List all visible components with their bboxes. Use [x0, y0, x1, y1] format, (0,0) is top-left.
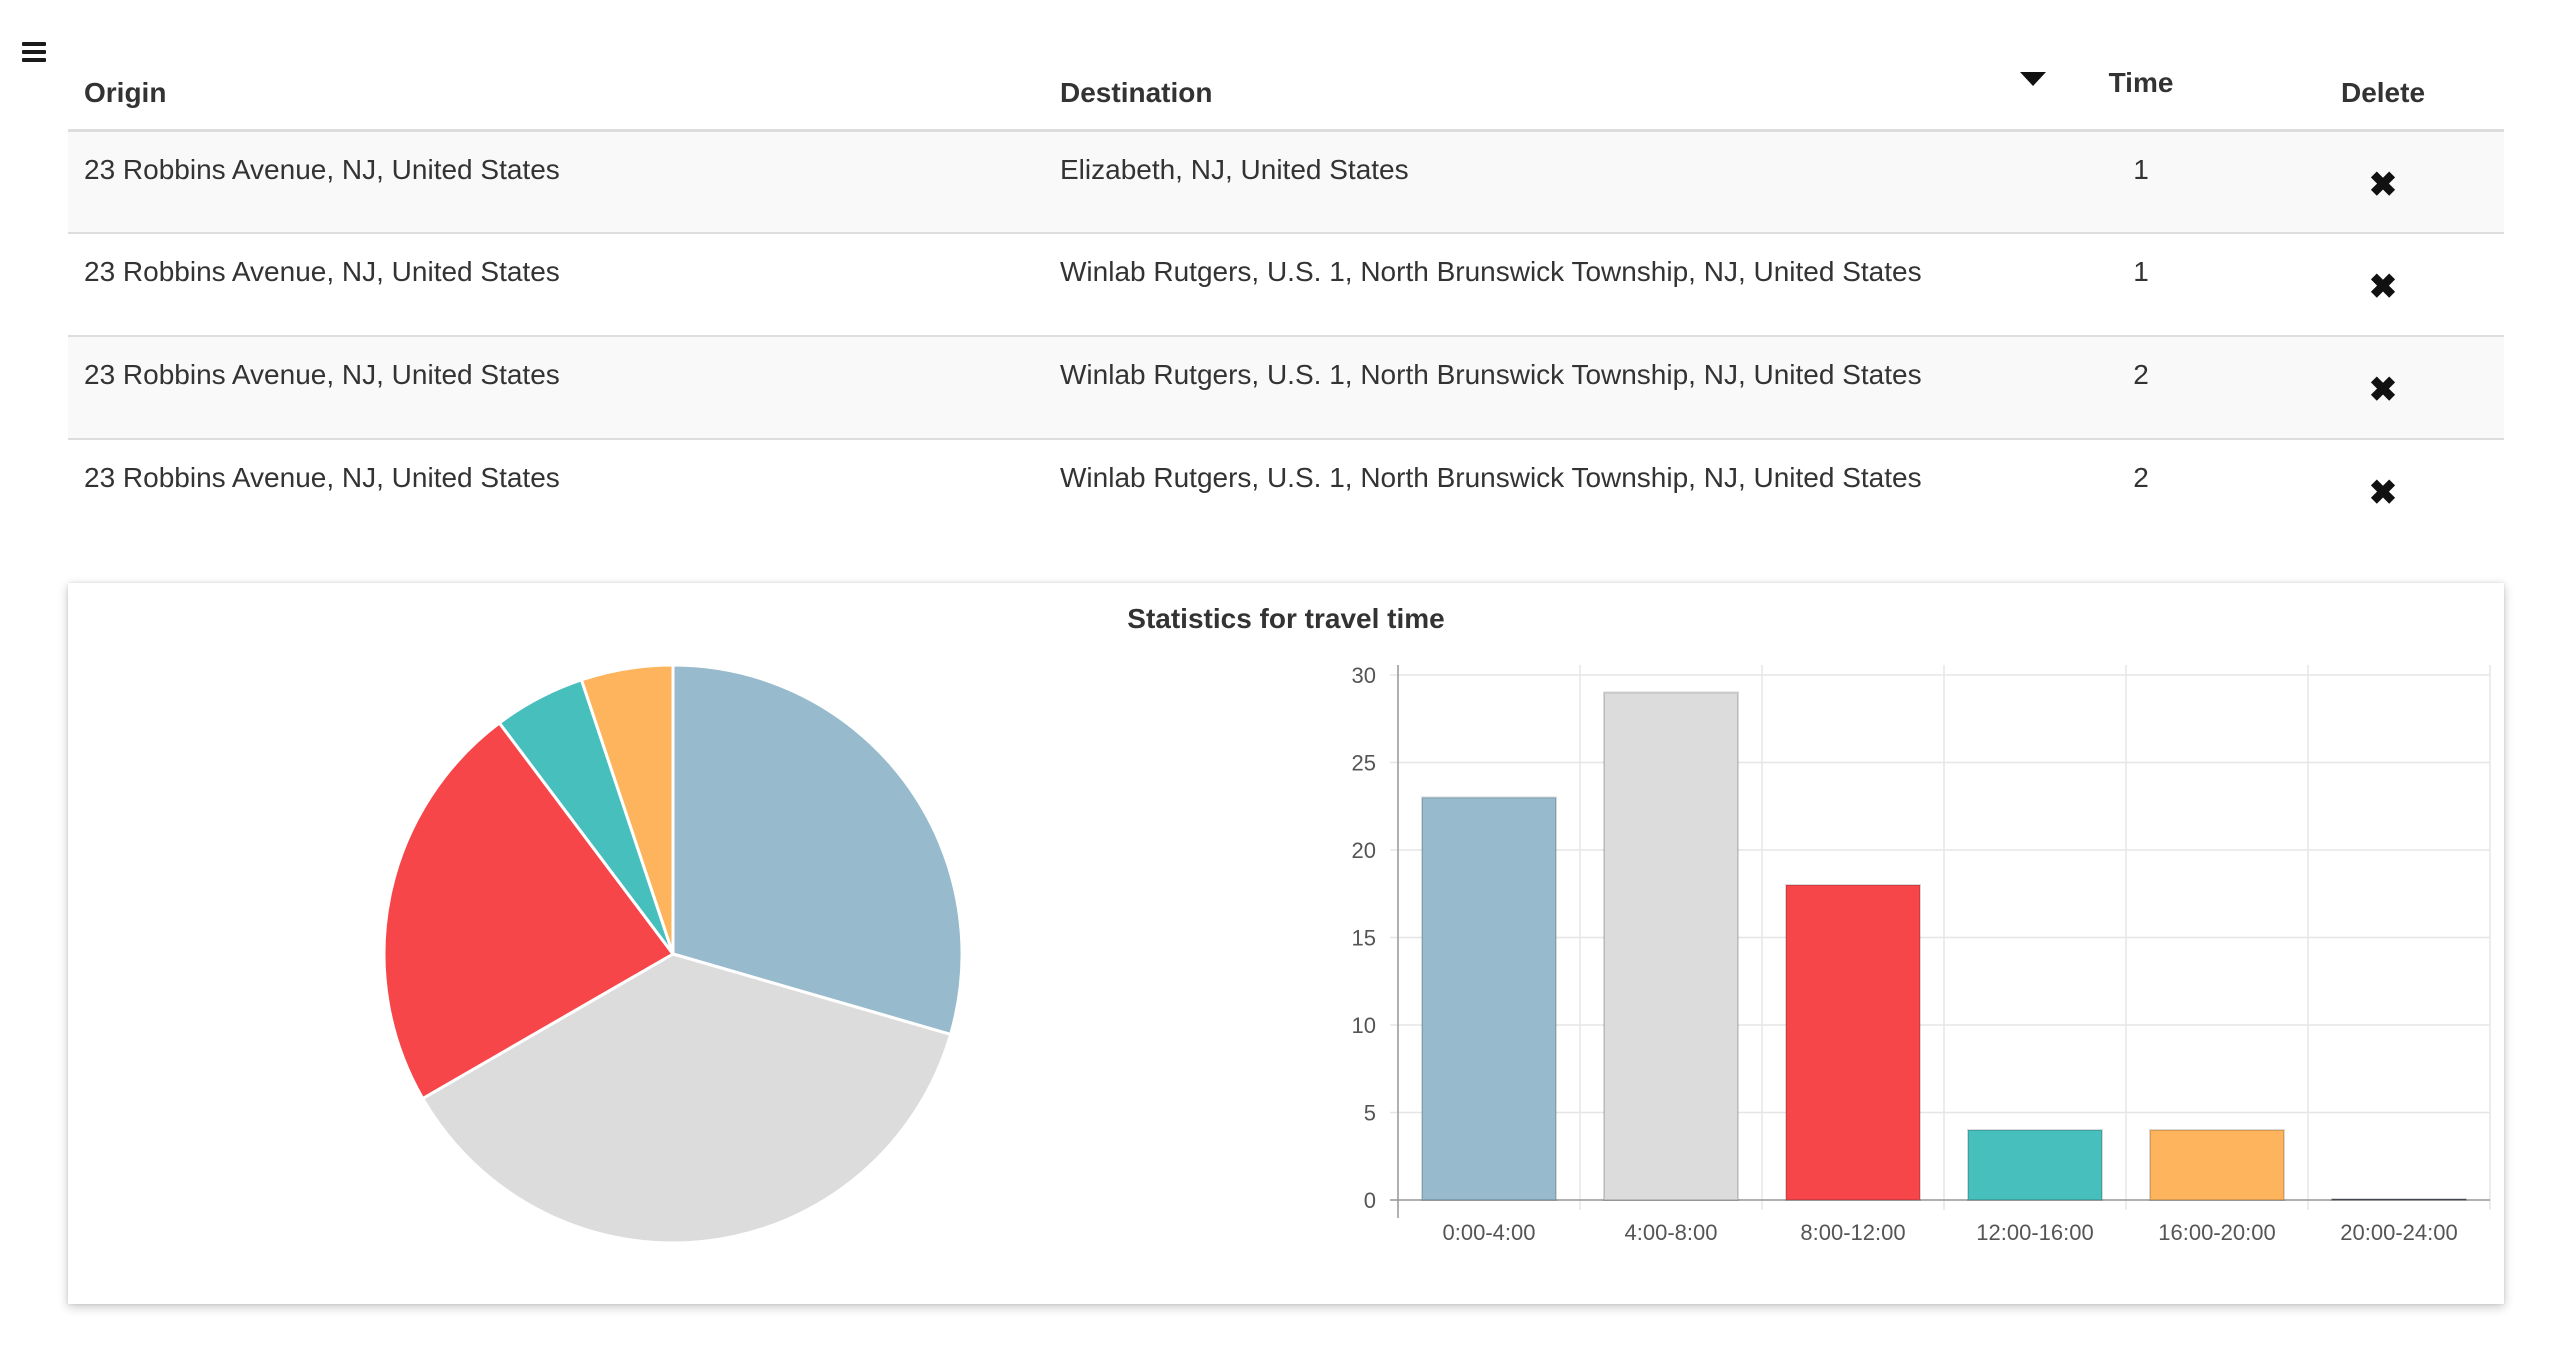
x-tick-label: 12:00-16:00 [1976, 1220, 2093, 1245]
y-tick-label: 0 [1364, 1188, 1376, 1213]
bar-8:00-12:00[interactable] [1785, 884, 1921, 1201]
x-tick-label: 8:00-12:00 [1800, 1220, 1905, 1245]
bar-chart: 0 5 10 15 20 25 30 0:00-4:00 4:00-8:00 8:00-12:00… [1352, 663, 2491, 1245]
bar-12:00-16:00[interactable] [1967, 1129, 2103, 1201]
origin-cell: 23 Robbins Avenue, NJ, United States [68, 438, 1044, 542]
delete-row-button[interactable]: ✖ [2369, 373, 2398, 407]
bar-0:00-4:00[interactable] [1421, 796, 1557, 1201]
destination-cell: Elizabeth, NJ, United States [1044, 130, 2020, 233]
y-tick-label: 25 [1352, 751, 1376, 776]
destination-cell: Winlab Rutgers, U.S. 1, North Brunswick … [1044, 438, 2020, 542]
bar-4:00-8:00[interactable] [1603, 691, 1739, 1201]
hamburger-menu-icon[interactable] [22, 42, 46, 64]
bar-16:00-20:00[interactable] [2149, 1129, 2285, 1201]
y-tick-label: 10 [1352, 1013, 1376, 1038]
table-row: 23 Robbins Avenue, NJ, United States Win… [68, 232, 2504, 336]
statistics-panel: Statistics for travel time 0 5 10 15 20 25 30 0… [68, 583, 2504, 1304]
table-header-row: Origin Destination Time Delete [68, 60, 2504, 132]
origin-cell: 23 Robbins Avenue, NJ, United States [68, 232, 1044, 336]
y-tick-label: 5 [1364, 1101, 1376, 1126]
origin-cell: 23 Robbins Avenue, NJ, United States [68, 130, 1044, 233]
table-row: 23 Robbins Avenue, NJ, United States Eli… [68, 130, 2504, 233]
bar-20:00-24:00[interactable] [2331, 1198, 2467, 1201]
x-tick-label: 20:00-24:00 [2340, 1220, 2457, 1245]
y-tick-label: 15 [1352, 926, 1376, 951]
time-cell: 2 [2020, 335, 2262, 439]
x-tick-label: 4:00-8:00 [1625, 1220, 1718, 1245]
time-cell: 2 [2020, 438, 2262, 542]
y-tick-label: 30 [1352, 663, 1376, 688]
column-header-time[interactable]: Time [2020, 60, 2262, 132]
sort-descending-icon[interactable] [2020, 72, 2046, 86]
delete-cell: ✖ [2262, 335, 2504, 439]
delete-cell: ✖ [2262, 438, 2504, 542]
delete-row-button[interactable]: ✖ [2369, 476, 2398, 510]
delete-cell: ✖ [2262, 232, 2504, 336]
destination-cell: Winlab Rutgers, U.S. 1, North Brunswick … [1044, 335, 2020, 439]
delete-row-button[interactable]: ✖ [2369, 168, 2398, 202]
column-header-origin[interactable]: Origin [68, 60, 1044, 132]
destination-cell: Winlab Rutgers, U.S. 1, North Brunswick … [1044, 232, 2020, 336]
table-row: 23 Robbins Avenue, NJ, United States Win… [68, 438, 2504, 542]
column-header-delete: Delete [2262, 60, 2504, 132]
delete-cell: ✖ [2262, 130, 2504, 233]
column-header-destination[interactable]: Destination [1044, 60, 2020, 132]
x-tick-label: 0:00-4:00 [1443, 1220, 1536, 1245]
time-cell: 1 [2020, 130, 2262, 233]
table-row: 23 Robbins Avenue, NJ, United States Win… [68, 335, 2504, 439]
trips-table: Origin Destination Time Delete 23 Robbin… [68, 60, 2504, 542]
y-tick-label: 20 [1352, 838, 1376, 863]
delete-row-button[interactable]: ✖ [2369, 270, 2398, 304]
x-tick-label: 16:00-20:00 [2158, 1220, 2275, 1245]
page: { "menu": {"icon": "hamburger-menu-icon"… [0, 0, 2560, 1362]
time-cell: 1 [2020, 232, 2262, 336]
column-header-time-label: Time [2108, 66, 2174, 98]
origin-cell: 23 Robbins Avenue, NJ, United States [68, 335, 1044, 439]
